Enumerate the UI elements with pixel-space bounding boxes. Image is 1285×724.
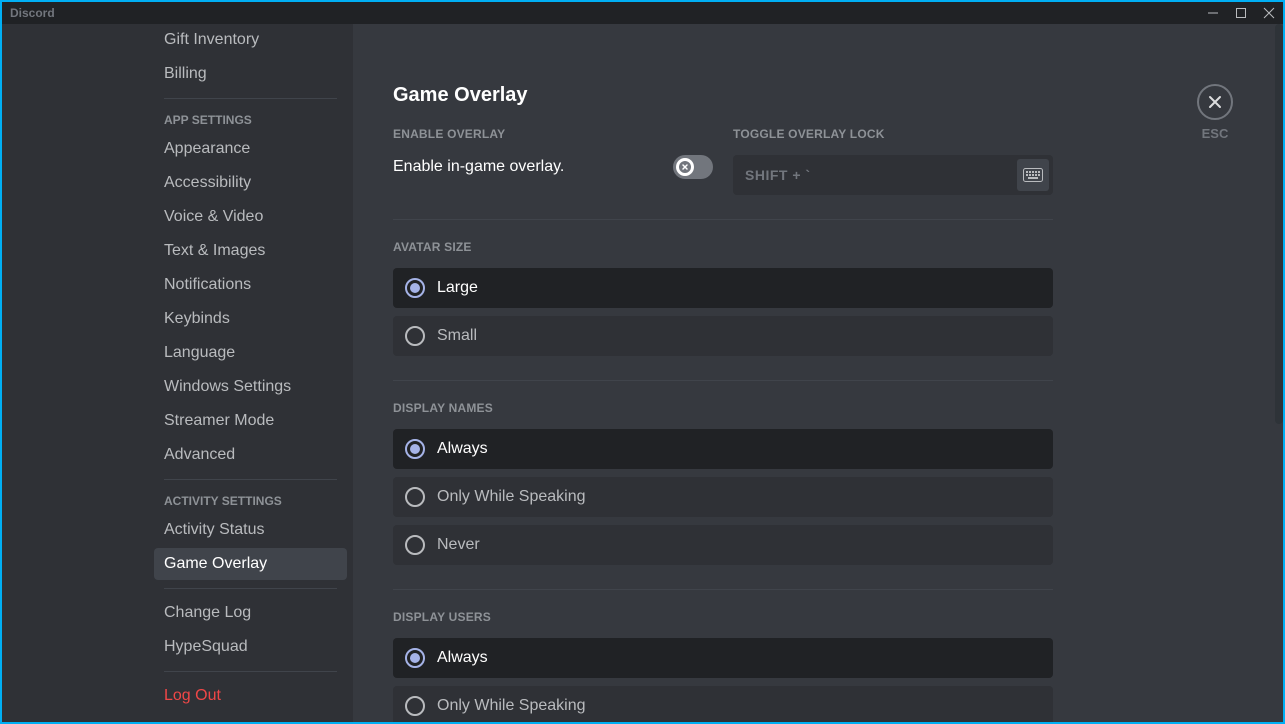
display-users-group: Always Only While Speaking (393, 638, 1053, 722)
sidebar-item-voice-video[interactable]: Voice & Video (154, 201, 347, 233)
window-title: Discord (10, 6, 55, 20)
divider (393, 380, 1053, 381)
display-names-label: Display Names (393, 401, 1053, 415)
close-settings-button[interactable] (1197, 84, 1233, 120)
sidebar-separator (164, 671, 337, 672)
keybind-input[interactable]: SHIFT + ` (733, 155, 1053, 195)
radio-icon (405, 439, 425, 459)
radio-icon (405, 326, 425, 346)
sidebar-item-change-log[interactable]: Change Log (154, 597, 347, 629)
sidebar-separator (164, 98, 337, 99)
sidebar-header-app-settings: App Settings (154, 107, 347, 133)
page-title: Game Overlay (393, 84, 1053, 107)
display-users-label: Display Users (393, 610, 1053, 624)
settings-sidebar: Gift Inventory Billing App Settings Appe… (2, 24, 353, 722)
app-window: Discord Gift Inventory Billing App Setti… (2, 2, 1283, 722)
minimize-button[interactable] (1199, 2, 1227, 24)
sidebar-header-activity-settings: Activity Settings (154, 488, 347, 514)
toggle-overlay-lock-label: Toggle Overlay Lock (733, 127, 1053, 141)
sidebar-item-keybinds[interactable]: Keybinds (154, 303, 347, 335)
keybind-value: SHIFT + ` (745, 167, 811, 183)
sidebar-item-accessibility[interactable]: Accessibility (154, 167, 347, 199)
sidebar-separator (164, 479, 337, 480)
avatar-size-label: Avatar Size (393, 240, 1053, 254)
avatar-size-group: Large Small (393, 268, 1053, 356)
radio-display-names-speaking[interactable]: Only While Speaking (393, 477, 1053, 517)
titlebar: Discord (2, 2, 1283, 24)
sidebar-item-billing[interactable]: Billing (154, 58, 347, 90)
display-names-group: Always Only While Speaking Never (393, 429, 1053, 565)
close-window-button[interactable] (1255, 2, 1283, 24)
sidebar-item-notifications[interactable]: Notifications (154, 269, 347, 301)
radio-avatar-large[interactable]: Large (393, 268, 1053, 308)
toggle-off-icon (679, 161, 691, 173)
toggle-knob (676, 158, 694, 176)
minimize-icon (1208, 8, 1218, 18)
main-panel: ESC Game Overlay Enable Overlay Enable i… (353, 24, 1283, 722)
keyboard-icon (1017, 159, 1049, 191)
maximize-icon (1236, 8, 1246, 18)
radio-avatar-small[interactable]: Small (393, 316, 1053, 356)
radio-display-users-always[interactable]: Always (393, 638, 1053, 678)
radio-display-users-speaking[interactable]: Only While Speaking (393, 686, 1053, 722)
radio-icon (405, 648, 425, 668)
sidebar-item-text-images[interactable]: Text & Images (154, 235, 347, 267)
sidebar-item-log-out[interactable]: Log Out (154, 680, 347, 712)
sidebar-item-game-overlay[interactable]: Game Overlay (154, 548, 347, 580)
enable-overlay-label: Enable Overlay (393, 127, 713, 141)
sidebar-separator (164, 588, 337, 589)
radio-icon (405, 487, 425, 507)
sidebar-item-advanced[interactable]: Advanced (154, 439, 347, 471)
content: Gift Inventory Billing App Settings Appe… (2, 24, 1283, 722)
radio-icon (405, 696, 425, 716)
radio-icon (405, 278, 425, 298)
close-icon (1263, 7, 1275, 19)
enable-overlay-text: Enable in-game overlay. (393, 158, 564, 176)
close-settings-label: ESC (1202, 126, 1229, 141)
divider (393, 219, 1053, 220)
sidebar-item-gift-inventory[interactable]: Gift Inventory (154, 24, 347, 56)
divider (393, 589, 1053, 590)
enable-overlay-toggle[interactable] (673, 155, 713, 179)
close-icon (1206, 93, 1224, 111)
maximize-button[interactable] (1227, 2, 1255, 24)
sidebar-item-activity-status[interactable]: Activity Status (154, 514, 347, 546)
sidebar-item-language[interactable]: Language (154, 337, 347, 369)
close-settings: ESC (1197, 84, 1233, 141)
sidebar-item-streamer-mode[interactable]: Streamer Mode (154, 405, 347, 437)
sidebar-item-hypesquad[interactable]: HypeSquad (154, 631, 347, 663)
scrollbar[interactable] (1275, 24, 1283, 424)
radio-icon (405, 535, 425, 555)
sidebar-item-appearance[interactable]: Appearance (154, 133, 347, 165)
radio-display-names-never[interactable]: Never (393, 525, 1053, 565)
radio-display-names-always[interactable]: Always (393, 429, 1053, 469)
sidebar-item-windows-settings[interactable]: Windows Settings (154, 371, 347, 403)
window-controls (1199, 2, 1283, 24)
